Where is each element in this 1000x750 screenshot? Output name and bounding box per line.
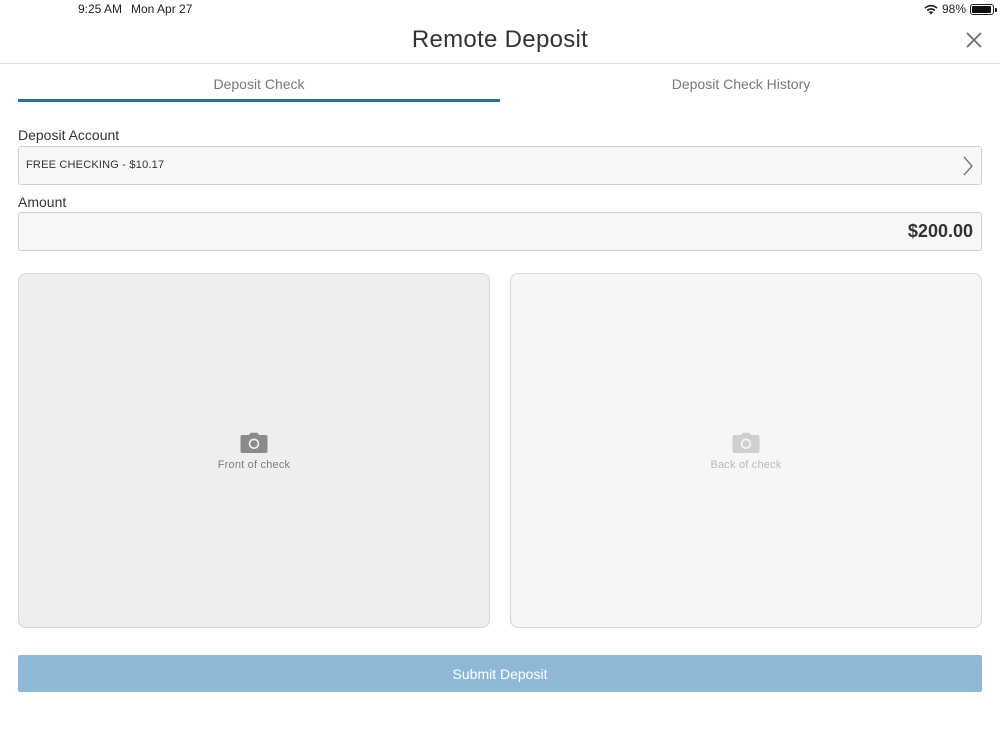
status-bar: 9:25 AM Mon Apr 27 98% xyxy=(0,0,1000,18)
deposit-account-label: Deposit Account xyxy=(18,127,120,143)
status-time: 9:25 AM xyxy=(78,2,123,16)
tab-deposit-check-history[interactable]: Deposit Check History xyxy=(500,64,982,102)
amount-field[interactable] xyxy=(18,212,982,251)
tab-label: Deposit Check History xyxy=(671,76,811,92)
submit-deposit-button[interactable]: Submit Deposit xyxy=(18,655,982,692)
amount-label: Amount xyxy=(18,194,67,210)
deposit-account-value: FREE CHECKING - $10.17 xyxy=(26,159,165,171)
chevron-right-icon xyxy=(963,156,973,176)
tab-bar: Deposit Check Deposit Check History xyxy=(18,64,982,102)
camera-icon xyxy=(732,432,760,453)
active-tab-indicator xyxy=(18,99,500,102)
camera-icon xyxy=(240,432,268,453)
status-indicators: 98% xyxy=(924,2,997,16)
battery-icon xyxy=(970,3,997,15)
wifi-icon xyxy=(924,4,938,14)
battery-percent: 98% xyxy=(941,2,966,16)
deposit-account-selector[interactable]: FREE CHECKING - $10.17 xyxy=(18,146,982,185)
back-of-check-label: Back of check xyxy=(710,459,782,471)
front-of-check-capture[interactable]: Front of check xyxy=(18,273,490,628)
close-icon[interactable] xyxy=(964,30,984,50)
tab-label: Deposit Check xyxy=(213,76,305,92)
amount-input[interactable] xyxy=(19,213,981,250)
tab-deposit-check[interactable]: Deposit Check xyxy=(18,64,500,102)
back-of-check-capture[interactable]: Back of check xyxy=(510,273,982,628)
front-of-check-label: Front of check xyxy=(217,459,291,471)
page-title: Remote Deposit xyxy=(411,26,589,53)
header: Remote Deposit xyxy=(0,18,1000,64)
status-date: Mon Apr 27 xyxy=(131,2,193,16)
